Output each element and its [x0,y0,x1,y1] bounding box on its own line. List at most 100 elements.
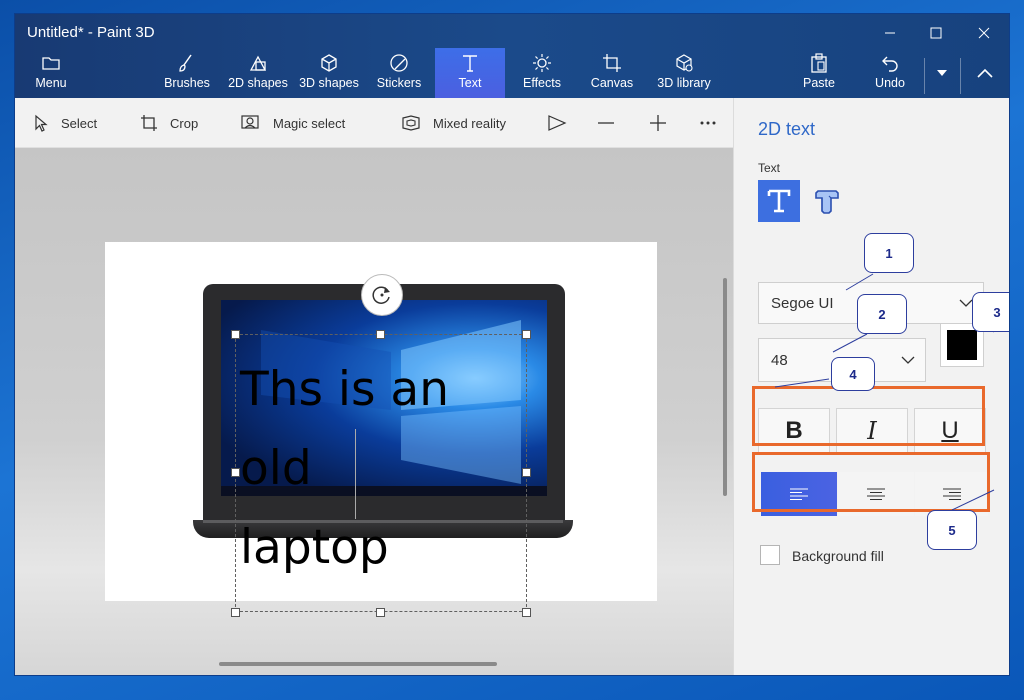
zoom-in-button[interactable] [649,98,667,148]
undo-button[interactable]: Undo [869,48,911,98]
tool-label: Canvas [590,76,634,90]
background-fill-checkbox[interactable] [760,545,780,565]
resize-handle[interactable] [376,608,385,617]
plus-icon [650,115,666,131]
resize-handle[interactable] [231,330,240,339]
3d-text-icon [815,190,839,214]
view-3d-button[interactable] [547,98,567,148]
resize-handle[interactable] [231,608,240,617]
text-line: laptop [240,520,389,575]
toolbar-separator [960,58,961,94]
minimize-icon [885,32,895,34]
rotate-icon [372,286,390,304]
text-color-fill [947,330,977,360]
tool-effects[interactable]: Effects [517,48,567,98]
font-family-value: Segoe UI [771,294,834,312]
tool-3d-library[interactable]: 3D library [651,48,717,98]
text-caret [355,429,356,519]
callout-3: 3 [972,292,1009,332]
rotate-handle[interactable] [361,274,403,316]
maximize-icon [930,27,942,39]
callout-4: 4 [831,357,875,391]
sticker-icon [389,52,409,74]
title-and-ribbon: Untitled* - Paint 3D Menu Brushes 2D sha… [15,14,1009,98]
canvas-text[interactable]: Ths is an old laptop [240,350,540,587]
tool-label: Stickers [376,76,422,90]
panel-title: 2D text [758,119,816,139]
3d-text-button[interactable] [806,180,848,222]
tool-label: 3D library [657,76,711,90]
undo-icon [880,52,900,74]
maximize-button[interactable] [913,18,959,48]
select-button[interactable]: Select [33,98,97,148]
tool-3d-shapes[interactable]: 3D shapes [299,48,359,98]
paste-button[interactable]: Paste [799,48,839,98]
canvas-icon [602,52,622,74]
resize-handle[interactable] [231,468,240,477]
background-fill-label: Background fill [792,548,884,564]
menu-label: Menu [35,76,67,90]
minus-icon [598,122,614,124]
close-icon [978,27,990,39]
2d-text-icon [767,189,791,213]
collapse-ribbon-button[interactable] [967,58,1003,88]
vertical-scrollbar[interactable] [723,278,727,496]
2d-shapes-icon [247,52,269,74]
chevron-up-icon [977,68,993,78]
caret-down-icon [937,70,947,76]
magic-select-label: Magic select [273,115,346,131]
drawing-canvas[interactable]: Ths is an old laptop [105,242,657,617]
window-title: Untitled* - Paint 3D [27,24,155,41]
zoom-out-button[interactable] [597,98,615,148]
tool-2d-shapes[interactable]: 2D shapes [227,48,289,98]
resize-handle[interactable] [522,330,531,339]
mixed-reality-button[interactable]: Mixed reality [401,98,506,148]
ellipsis-icon [700,121,716,125]
selection-toolbar: Select Crop Magic select Mixed reality [15,98,733,148]
horizontal-scrollbar[interactable] [219,662,497,666]
alignment-buttons-highlight [752,452,990,512]
chevron-down-icon [901,356,915,364]
font-size-value: 48 [771,351,788,369]
tool-label: Effects [523,76,561,90]
crop-button[interactable]: Crop [140,98,198,148]
magic-select-icon [241,114,261,132]
minimize-button[interactable] [867,18,913,48]
text-line: Ths is an [240,362,449,417]
more-options-button[interactable] [699,98,717,148]
more-dropdown-button[interactable] [925,58,959,88]
text-t-icon [460,52,480,74]
callout-1: 1 [864,233,914,273]
text-line: old [240,441,312,496]
close-button[interactable] [961,18,1007,48]
mixed-reality-label: Mixed reality [433,115,506,131]
select-label: Select [61,115,98,131]
paint3d-window: Untitled* - Paint 3D Menu Brushes 2D sha… [15,14,1009,675]
tool-label: Text [458,76,482,90]
workspace[interactable]: Ths is an old laptop [15,148,733,675]
paste-label: Paste [803,76,835,90]
callout-2: 2 [857,294,907,334]
tool-label: Brushes [164,76,210,90]
tool-label: 3D shapes [299,76,359,90]
pointer-icon [33,114,49,132]
style-buttons-highlight [752,386,985,446]
chevron-down-icon [959,299,973,307]
2d-text-button[interactable] [758,180,800,222]
tool-label: 2D shapes [228,76,288,90]
callout-5: 5 [927,510,977,550]
folder-icon [41,52,61,74]
tool-brushes[interactable]: Brushes [161,48,213,98]
magic-select-button[interactable]: Magic select [241,98,345,148]
crop-icon [140,114,158,132]
tool-stickers[interactable]: Stickers [371,48,427,98]
sun-icon [532,52,552,74]
resize-handle[interactable] [522,608,531,617]
tool-text[interactable]: Text [435,48,505,98]
crop-label: Crop [170,115,199,131]
resize-handle[interactable] [376,330,385,339]
tool-canvas[interactable]: Canvas [587,48,637,98]
clipboard-icon [810,52,828,74]
3d-library-icon [674,52,694,74]
menu-button[interactable]: Menu [27,48,75,98]
